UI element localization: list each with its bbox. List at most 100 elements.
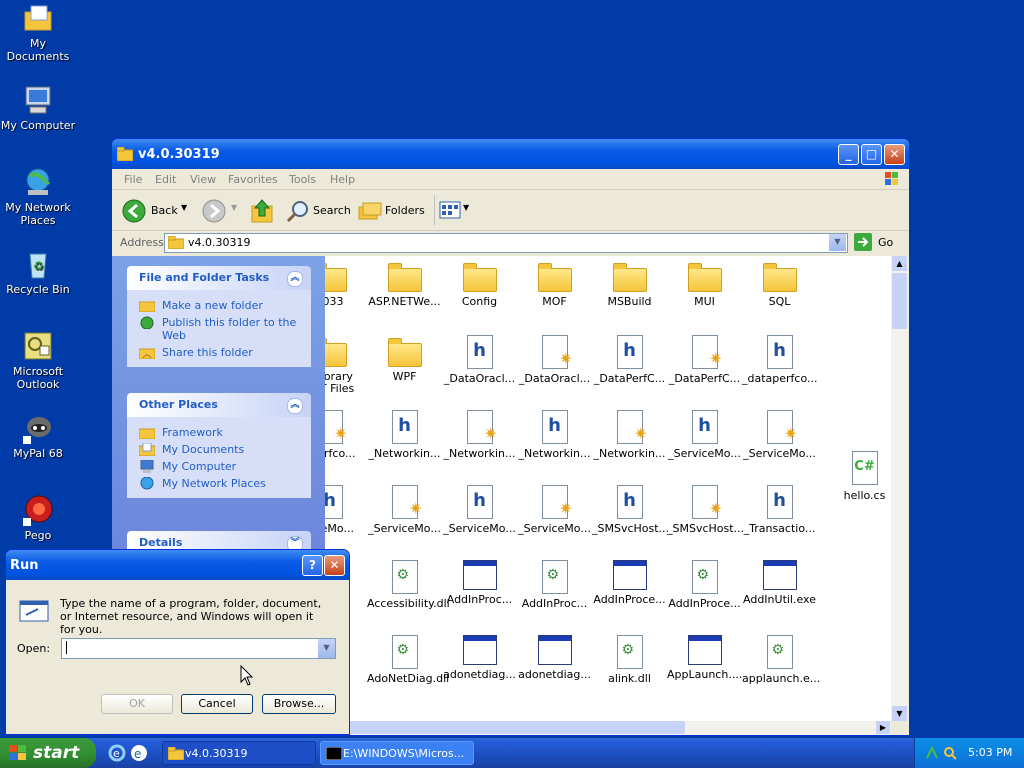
desktop-icon-microsoft-outlook[interactable]: Microsoft Outlook: [0, 330, 76, 391]
up-folder-icon[interactable]: [250, 198, 274, 224]
file-item[interactable]: MUI: [667, 260, 742, 308]
file-item[interactable]: _Networkin...: [592, 410, 667, 460]
file-item[interactable]: _ServiceMo...: [742, 410, 817, 460]
close-button[interactable]: ✕: [324, 555, 345, 576]
file-item[interactable]: aperfco...: [325, 410, 367, 460]
menu-file[interactable]: File: [124, 173, 142, 186]
panel-header[interactable]: Other Places ︽: [127, 393, 311, 417]
file-item[interactable]: h _Networkin...: [367, 410, 442, 460]
address-dropdown-button[interactable]: ▼: [829, 234, 846, 251]
file-item[interactable]: _ServiceMo...: [517, 485, 592, 535]
file-item[interactable]: _ServiceMo...: [367, 485, 442, 535]
desktop-icon-pego[interactable]: Pego: [0, 494, 76, 542]
file-item[interactable]: Accessibility.dll: [367, 560, 450, 610]
scroll-right-button[interactable]: ▶: [876, 721, 890, 734]
file-item[interactable]: AppLaunch....: [667, 635, 742, 681]
internet-explorer-icon[interactable]: e: [108, 744, 126, 762]
vertical-scrollbar[interactable]: ▲ ▼: [891, 256, 908, 721]
close-button[interactable]: ✕: [884, 144, 905, 165]
file-item[interactable]: h _Networkin...: [517, 410, 592, 460]
ok-button[interactable]: OK: [101, 694, 173, 714]
views-button[interactable]: ▼: [439, 199, 471, 223]
network-status-icon[interactable]: [925, 746, 939, 760]
file-item[interactable]: _SMSvcHost...: [667, 485, 744, 535]
maximize-button[interactable]: □: [861, 144, 882, 165]
desktop-icon-my-documents[interactable]: My Documents: [0, 2, 76, 63]
desktop-icon-recycle-bin[interactable]: ♻ Recycle Bin: [0, 248, 76, 296]
run-title-bar[interactable]: Run ? ✕: [6, 550, 349, 580]
collapse-chevron-icon[interactable]: ︽: [287, 398, 303, 414]
file-item[interactable]: adonetdiag...: [517, 635, 592, 681]
file-item[interactable]: h _SMSvcHost...: [592, 485, 669, 535]
address-input[interactable]: v4.0.30319 ▼: [164, 233, 848, 253]
open-dropdown-button[interactable]: ▼: [318, 639, 335, 658]
task-share-folder[interactable]: Share this folder: [127, 346, 311, 360]
menu-edit[interactable]: Edit: [155, 173, 176, 186]
cancel-button[interactable]: Cancel: [181, 694, 253, 714]
menu-tools[interactable]: Tools: [289, 173, 316, 186]
go-button[interactable]: Go: [854, 233, 904, 251]
file-item[interactable]: _Networkin...: [442, 410, 517, 460]
file-item[interactable]: AddInProc...: [517, 560, 592, 610]
file-item[interactable]: applaunch.e...: [742, 635, 820, 685]
file-item[interactable]: AdoNetDiag.dll: [367, 635, 449, 685]
search-icon[interactable]: [943, 746, 957, 760]
browse-button[interactable]: Browse...: [262, 694, 336, 714]
explorer-title-bar[interactable]: v4.0.30319 _ □ ✕: [112, 139, 909, 169]
file-item[interactable]: h _Transactio...: [742, 485, 817, 535]
file-item[interactable]: Config: [442, 260, 517, 308]
file-item[interactable]: AddInUtil.exe: [742, 560, 817, 606]
menu-help[interactable]: Help: [330, 173, 355, 186]
place-framework[interactable]: Framework: [127, 426, 311, 440]
task-publish-web[interactable]: Publish this folder to the Web: [127, 316, 311, 342]
file-item[interactable]: _DataPerfC...: [667, 335, 742, 385]
file-item[interactable]: adonetdiag...: [442, 635, 517, 681]
file-item[interactable]: AddInProce...: [667, 560, 742, 610]
file-item[interactable]: AddInProce...: [592, 560, 667, 606]
file-item[interactable]: h _DataPerfC...: [592, 335, 667, 385]
scroll-thumb[interactable]: [892, 273, 907, 329]
search-button[interactable]: Search: [284, 197, 352, 223]
place-my-network-places[interactable]: My Network Places: [127, 476, 311, 490]
quick-launch-icon[interactable]: e: [130, 744, 148, 762]
file-item[interactable]: ASP.NETWe...: [367, 260, 442, 308]
help-button[interactable]: ?: [302, 555, 323, 576]
file-item[interactable]: h viceMo...: [325, 485, 367, 535]
scroll-down-button[interactable]: ▼: [892, 706, 907, 721]
file-item[interactable]: SQL: [742, 260, 817, 308]
menu-favorites[interactable]: Favorites: [228, 173, 278, 186]
file-item[interactable]: WPF: [367, 335, 442, 383]
desktop-icon-my-computer[interactable]: My Computer: [0, 84, 76, 132]
file-item[interactable]: MOF: [517, 260, 592, 308]
task-make-new-folder[interactable]: Make a new folder: [127, 299, 311, 313]
minimize-button[interactable]: _: [838, 144, 859, 165]
place-my-computer[interactable]: My Computer: [127, 459, 311, 473]
file-item[interactable]: MSBuild: [592, 260, 667, 308]
file-item[interactable]: AddInProc...: [442, 560, 517, 606]
scroll-thumb[interactable]: [325, 721, 685, 734]
file-item[interactable]: h _ServiceMo...: [442, 485, 517, 535]
desktop-icon-my-network-places[interactable]: My Network Places: [0, 166, 76, 227]
file-item[interactable]: h _DataOracl...: [442, 335, 517, 385]
chevron-down-icon[interactable]: ▼: [181, 203, 187, 212]
start-button[interactable]: start: [0, 738, 96, 768]
horizontal-scrollbar[interactable]: ▶: [325, 721, 891, 735]
scroll-up-button[interactable]: ▲: [892, 256, 907, 271]
taskbar-item-console[interactable]: E:\WINDOWS\Micros...: [320, 741, 474, 765]
file-item[interactable]: mporary NET Files: [325, 335, 367, 395]
file-item[interactable]: _DataOracl...: [517, 335, 592, 385]
place-my-documents[interactable]: My Documents: [127, 442, 311, 457]
desktop-icon-mypal[interactable]: MyPal 68: [0, 412, 76, 460]
file-item[interactable]: 1033: [325, 260, 367, 308]
open-input[interactable]: ▼: [61, 638, 336, 659]
folders-button[interactable]: Folders: [358, 197, 428, 223]
menu-view[interactable]: View: [190, 173, 216, 186]
file-item[interactable]: alink.dll: [592, 635, 667, 685]
taskbar-item-explorer[interactable]: v4.0.30319: [162, 741, 316, 765]
file-item-hello-cs[interactable]: C# hello.cs: [827, 451, 891, 502]
file-item[interactable]: h _dataperfco...: [742, 335, 818, 385]
chevron-down-icon[interactable]: ▼: [231, 203, 237, 212]
file-item[interactable]: h _ServiceMo...: [667, 410, 742, 460]
collapse-chevron-icon[interactable]: ︽: [287, 271, 303, 287]
panel-header[interactable]: File and Folder Tasks ︽: [127, 266, 311, 290]
